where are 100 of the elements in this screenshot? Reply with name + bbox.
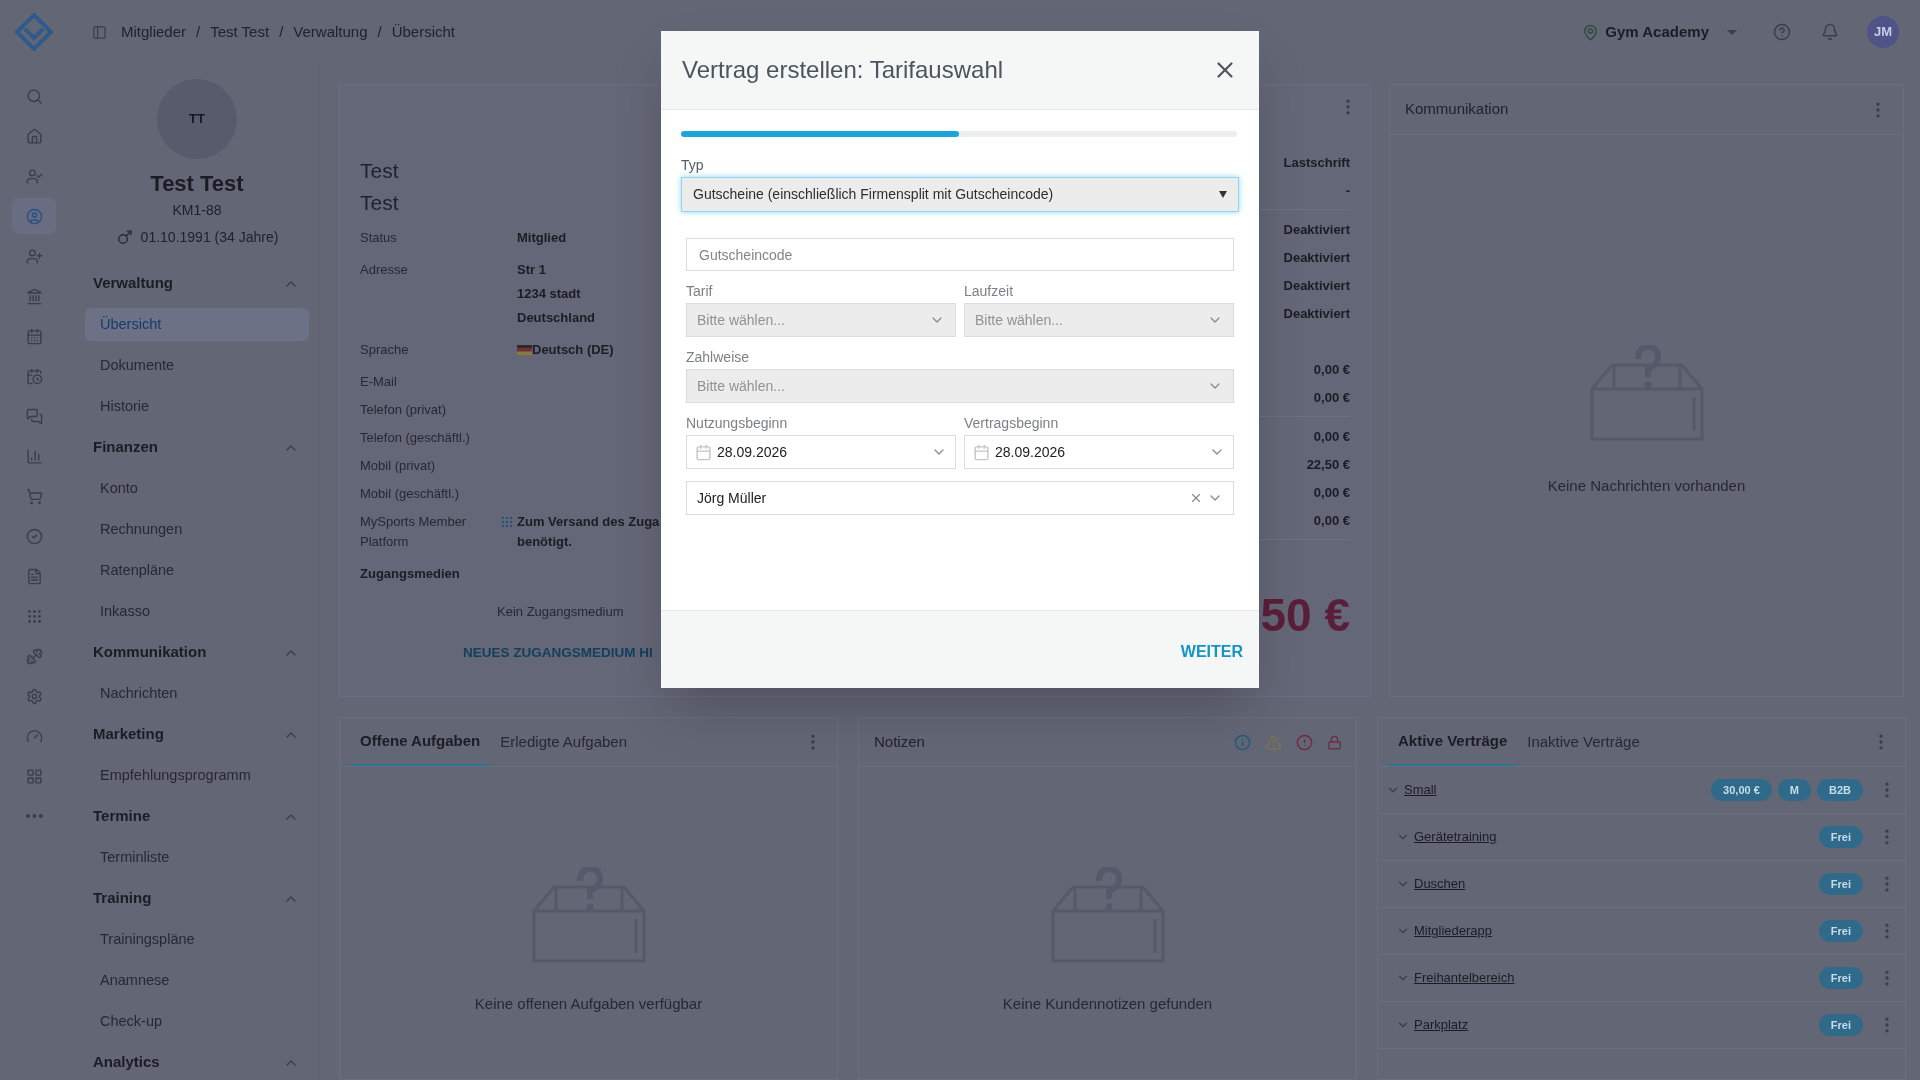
grid-icon (25, 767, 43, 785)
breadcrumb-link[interactable]: Test Test (210, 20, 270, 44)
gauge-icon (25, 727, 43, 745)
empty-message: Keine Kundennotizen gefunden (1002, 994, 1213, 1014)
location-pin-icon (1582, 23, 1600, 41)
document-icon (25, 567, 43, 585)
contract-link[interactable]: Small (1404, 780, 1437, 800)
clear-icon[interactable] (1189, 491, 1203, 505)
germany-flag-icon (517, 345, 532, 355)
breadcrumb-separator: / (196, 21, 201, 42)
nav-item[interactable]: Konto (85, 472, 309, 505)
field-label: Sprache (360, 341, 410, 359)
date-field[interactable]: 28.09.2026 (964, 435, 1234, 469)
total-amount: 50 € (1260, 592, 1350, 638)
location-name[interactable]: Gym Academy (1605, 20, 1709, 44)
nav-item[interactable]: Terminliste (85, 841, 309, 874)
dots-grid-icon (500, 515, 514, 529)
nav-section-header[interactable]: Finanzen (85, 427, 309, 468)
tab[interactable]: Erledigte Aufgaben (490, 718, 638, 766)
contract-badge: 30,00 € (1711, 779, 1772, 801)
notification-bell-icon[interactable] (1821, 23, 1839, 41)
nav-item[interactable]: Rechnungen (85, 513, 309, 546)
profile-avatar: TT (157, 79, 237, 159)
nav-item[interactable]: Nachrichten (85, 677, 309, 710)
check-circle-icon (25, 527, 43, 545)
nav-rail-button[interactable] (12, 198, 56, 234)
field-label: MySports Member Platform (360, 513, 468, 551)
value-text: 0,00 € (1313, 512, 1350, 530)
contract-link[interactable]: Freihantelbereich (1414, 968, 1515, 988)
nav-item[interactable]: Empfehlungsprogramm (85, 759, 309, 792)
date-field[interactable]: 28.09.2026 (686, 435, 956, 469)
nav-item[interactable]: Inkasso (85, 595, 309, 628)
nav-section-header[interactable]: Verwaltung (85, 263, 309, 304)
nav-item[interactable]: Historie (85, 390, 309, 423)
field-value: Str 1 (517, 261, 546, 279)
nav-item[interactable]: Check-up (85, 1005, 309, 1038)
contract-link[interactable]: Duschen (1414, 874, 1466, 894)
calendar-icon (25, 327, 43, 345)
field-label: Vertragsbeginn (964, 414, 1060, 433)
section-title: Zugangsmedien (360, 565, 461, 583)
help-icon[interactable] (1773, 23, 1791, 41)
user-avatar[interactable]: JM (1867, 16, 1899, 48)
nav-item[interactable]: Übersicht (85, 308, 309, 341)
field-label: Telefon (geschäftl.) (360, 429, 471, 447)
breadcrumb-link[interactable]: Mitglieder (121, 20, 187, 44)
contract-badge: Frei (1818, 920, 1863, 942)
nav-section-title: Kommunikation (93, 642, 207, 663)
member-name-line: Test (360, 190, 400, 216)
breadcrumb-link[interactable]: Verwaltung (293, 20, 368, 44)
cart-icon (25, 487, 43, 505)
next-button[interactable]: WEITER (1180, 635, 1243, 664)
nav-section-header[interactable]: Kommunikation (85, 632, 309, 673)
breadcrumb-separator: / (279, 21, 284, 42)
nav-item[interactable]: Anamnese (85, 964, 309, 997)
field-label: Tarif (686, 282, 714, 301)
info-icon[interactable] (1234, 733, 1251, 751)
contract-badge: Frei (1818, 873, 1863, 895)
add-access-medium-link[interactable]: NEUES ZUGANGSMEDIUM HI (463, 643, 680, 664)
field-label: Mobil (geschäftl.) (360, 485, 460, 503)
lock-icon[interactable] (1327, 734, 1342, 750)
member-name: Test Test (150, 170, 244, 198)
app-logo[interactable] (14, 12, 54, 52)
nav-section-header[interactable]: Termine (85, 796, 309, 837)
breadcrumb-link[interactable]: Übersicht (391, 20, 456, 44)
nav-item[interactable]: Dokumente (85, 349, 309, 382)
caret-icon[interactable] (1727, 29, 1737, 35)
select-value: Jörg Müller (697, 488, 767, 508)
member-name-line: Test (360, 158, 400, 184)
tab[interactable]: Offene Aufgaben (350, 718, 491, 766)
select-value: Gutscheine (einschließlich Firmensplit mit Gutscheincode) (693, 185, 1054, 204)
user-plus-icon (25, 247, 43, 265)
nav-section-header[interactable]: Analytics (85, 1042, 309, 1080)
voucher-code-input[interactable]: Gutscheincode (686, 238, 1234, 271)
field-label: Nutzungsbeginn (686, 414, 789, 433)
contract-link[interactable]: Parkplatz (1414, 1015, 1469, 1035)
male-icon (115, 229, 133, 246)
alert-icon[interactable] (1296, 733, 1313, 751)
nav-section-header[interactable]: Training (85, 878, 309, 919)
value-text: Deaktiviert (1283, 305, 1350, 323)
search-icon (25, 87, 43, 105)
nav-section-header[interactable]: Marketing (85, 714, 309, 755)
sidebar-toggle-icon[interactable] (92, 24, 107, 40)
nav-section-title: Verwaltung (93, 273, 174, 294)
warning-icon[interactable] (1265, 733, 1282, 751)
nav-section-title: Training (93, 888, 152, 909)
tab[interactable]: Aktive Verträge (1388, 718, 1518, 766)
user-circle-icon (25, 207, 43, 225)
bank-icon (25, 287, 43, 305)
value-text: 22,50 € (1306, 456, 1350, 474)
contract-link[interactable]: Gerätetraining (1414, 827, 1497, 847)
value-text: Deaktiviert (1283, 277, 1350, 295)
value-text: 0,00 € (1313, 428, 1350, 446)
nav-item[interactable]: Trainingspläne (85, 923, 309, 956)
nav-section-title: Marketing (93, 724, 164, 745)
nav-item[interactable]: Ratenpläne (85, 554, 309, 587)
type-select[interactable]: Gutscheine (einschließlich Firmensplit mit Gutscheincode) (681, 177, 1239, 212)
select-placeholder: Bitte wählen... (697, 376, 785, 396)
contract-link[interactable]: Mitgliederapp (1414, 921, 1493, 941)
tab[interactable]: Inaktive Verträge (1517, 718, 1650, 766)
person-select[interactable]: Jörg Müller (686, 481, 1234, 515)
